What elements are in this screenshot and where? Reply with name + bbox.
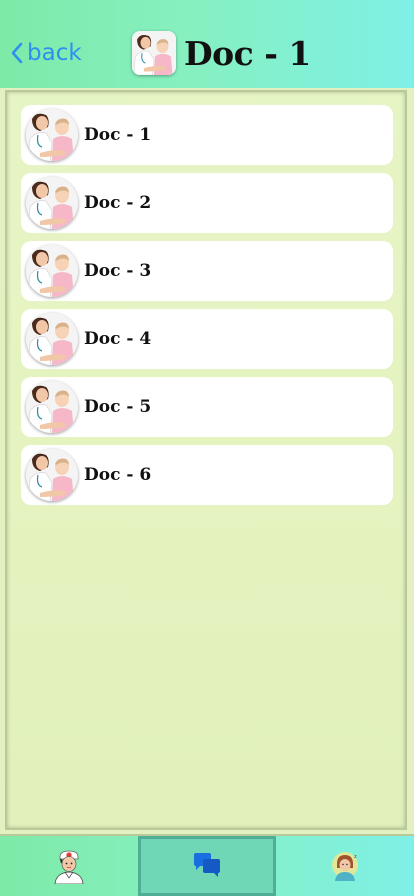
nurse-icon [54, 850, 84, 884]
doctor-list-panel: Doc - 1 Doc - 2 Doc - 3 Doc - 4 Doc - 5 … [5, 90, 407, 830]
doctor-name: Doc - 6 [84, 465, 152, 485]
tab-profile[interactable]: z [276, 836, 414, 896]
doctor-name: Doc - 5 [84, 397, 152, 417]
doctor-list-item[interactable]: Doc - 4 [21, 309, 393, 369]
doctor-avatar-icon [26, 177, 78, 229]
doctor-list-item[interactable]: Doc - 2 [21, 173, 393, 233]
back-button[interactable]: back [10, 38, 82, 68]
doctor-name: Doc - 2 [84, 193, 152, 213]
doctor-avatar-icon [132, 31, 176, 75]
top-header: back Doc - 1 [0, 0, 414, 88]
doctor-avatar-icon [26, 449, 78, 501]
svg-text:z: z [354, 854, 357, 860]
tab-doctors[interactable] [0, 836, 138, 896]
doctor-list-item[interactable]: Doc - 3 [21, 241, 393, 301]
doctor-avatar-icon [26, 109, 78, 161]
doctor-list-item[interactable]: Doc - 1 [21, 105, 393, 165]
doctor-name: Doc - 4 [84, 329, 152, 349]
bottom-tab-bar: z [0, 834, 414, 896]
doctor-name: Doc - 1 [84, 125, 152, 145]
chevron-left-icon [11, 42, 23, 64]
doctor-name: Doc - 3 [84, 261, 152, 281]
page-title: Doc - 1 [184, 33, 311, 73]
back-label: back [27, 40, 82, 66]
chat-icon [194, 853, 220, 877]
doctor-avatar-icon [26, 381, 78, 433]
doctor-list: Doc - 1 Doc - 2 Doc - 3 Doc - 4 Doc - 5 … [21, 105, 393, 513]
title-group: Doc - 1 [132, 30, 311, 76]
doctor-avatar-icon [26, 313, 78, 365]
user-profile-icon: z [332, 852, 358, 881]
doctor-list-item[interactable]: Doc - 6 [21, 445, 393, 505]
doctor-list-item[interactable]: Doc - 5 [21, 377, 393, 437]
tab-chat[interactable] [138, 836, 276, 896]
doctor-avatar-icon [26, 245, 78, 297]
